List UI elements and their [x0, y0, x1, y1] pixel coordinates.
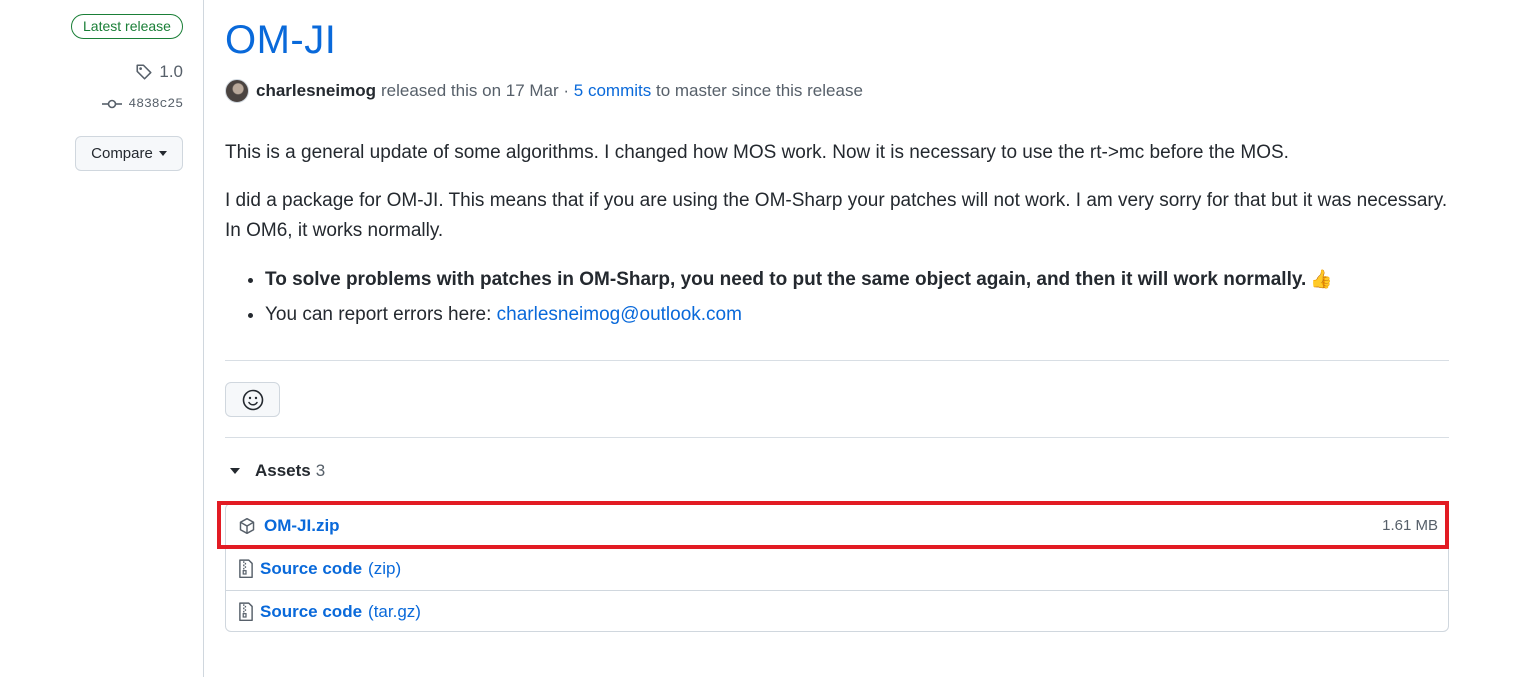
list-item: To solve problems with patches in OM-Sha… [265, 264, 1450, 295]
released-text: released this on 17 Mar · [381, 81, 570, 100]
release-title[interactable]: OM-JI [225, 18, 336, 63]
asset-ext[interactable]: (tar.gz) [368, 602, 421, 622]
smiley-icon [242, 389, 263, 410]
compare-label: Compare [91, 145, 153, 162]
avatar[interactable] [225, 79, 249, 103]
commit-icon [102, 99, 123, 108]
compare-button[interactable]: Compare [75, 136, 183, 171]
asset-ext[interactable]: (zip) [368, 559, 401, 579]
commit-sha: 4838c25 [128, 96, 183, 111]
file-zip-icon [239, 559, 253, 579]
caret-down-icon [158, 151, 167, 156]
bullet-2-text: You can report errors here: [265, 304, 492, 325]
assets-label: Assets [255, 461, 311, 480]
asset-row-source-targz[interactable]: Source code (tar.gz) [226, 590, 1448, 633]
assets-count: 3 [315, 461, 326, 480]
release-meta: charlesneimog released this on 17 Mar · … [225, 79, 863, 103]
asset-name[interactable]: Source code [260, 559, 362, 579]
notes-paragraph-1: This is a general update of some algorit… [225, 142, 1289, 163]
add-reaction-button[interactable] [225, 382, 280, 417]
tag-name: 1.0 [159, 62, 183, 81]
since-text: to master since this release [655, 81, 863, 100]
email-link[interactable]: charlesneimog@outlook.com [497, 304, 742, 325]
divider [225, 437, 1449, 438]
divider [225, 360, 1449, 361]
thumbs-up-icon: 👍 [1310, 269, 1333, 289]
latest-release-badge: Latest release [71, 14, 183, 39]
commit-link[interactable]: 4838c25 [102, 96, 183, 111]
file-zip-icon [239, 602, 253, 622]
commits-link[interactable]: 5 commits [574, 81, 651, 101]
release-notes: This is a general update of some algorit… [225, 138, 1450, 335]
tag-link[interactable]: 1.0 [135, 62, 183, 82]
assets-toggle[interactable]: Assets 3 [230, 461, 325, 481]
asset-name[interactable]: Source code [260, 602, 362, 622]
list-item: You can report errors here: charlesneimo… [265, 300, 1450, 330]
asset-row-source-zip[interactable]: Source code (zip) [226, 547, 1448, 590]
highlight-box [217, 501, 1449, 549]
notes-paragraph-2: I did a package for OM-JI. This means th… [225, 190, 1448, 241]
author-link[interactable]: charlesneimog [256, 81, 376, 101]
notes-list: To solve problems with patches in OM-Sha… [265, 264, 1450, 330]
triangle-down-icon [230, 468, 240, 474]
sidebar-divider [203, 0, 204, 677]
tag-icon [136, 64, 152, 80]
bullet-1-text: To solve problems with patches in OM-Sha… [265, 269, 1307, 290]
